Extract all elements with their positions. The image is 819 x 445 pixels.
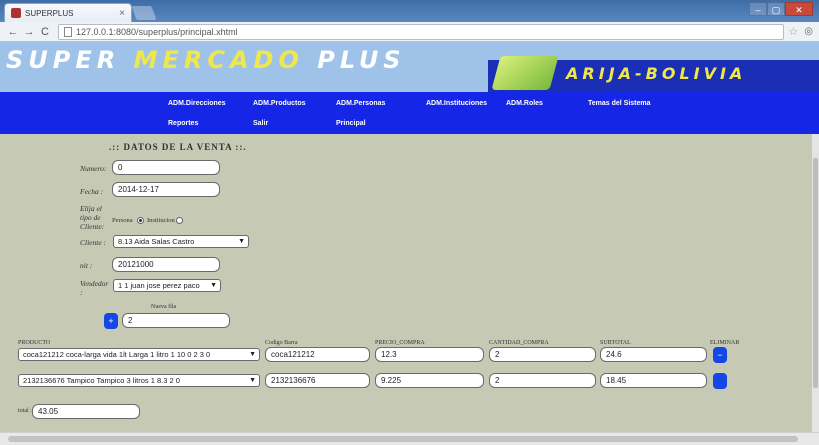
vertical-scrollbar[interactable] [812, 134, 819, 432]
producto-value: coca121212 coca-larga vida 1lt Larga 1 l… [23, 350, 211, 359]
vertical-scroll-thumb[interactable] [813, 158, 818, 388]
window-controls: – ▢ ✕ [749, 2, 813, 16]
cantidad-input-row-1[interactable]: 2 [489, 347, 596, 362]
site-banner: SUPER MERCADO PLUS ARIJA-BOLIVIA [0, 42, 819, 92]
nav-salir[interactable]: Salir [253, 120, 268, 127]
logo-emblem-icon [491, 56, 559, 90]
browser-tab-bar: SUPERPLUS × – ▢ ✕ [0, 0, 819, 22]
subtotal-input-row-1[interactable]: 24.6 [600, 347, 707, 362]
filas-input[interactable]: 2 [122, 313, 230, 328]
logo-word-2: MERCADO [133, 46, 304, 74]
tab-title: SUPERPLUS [25, 8, 74, 18]
url-text: 127.0.0.1:8080/superplus/principal.xhtml [76, 26, 238, 37]
codigo-input-row-2[interactable]: 2132136676 [265, 373, 370, 388]
col-precio-compra: PRECIO_COMPRA [375, 340, 425, 346]
browser-tab[interactable]: SUPERPLUS × [4, 3, 132, 22]
total-label: total : [18, 408, 32, 414]
main-nav: ADM.Direcciones ADM.Productos ADM.Person… [0, 92, 819, 134]
nit-input[interactable]: 20121000 [112, 257, 220, 272]
nav-temas-sistema[interactable]: Temas del Sistema [588, 100, 651, 107]
cantidad-input-row-2[interactable]: 2 [489, 373, 596, 388]
logo-sub-text: ARIJA-BOLIVIA [566, 64, 747, 83]
logo-word-1: SUPER [6, 46, 121, 74]
col-eliminar: ELIMINAR [710, 340, 740, 346]
minimize-button[interactable]: – [749, 2, 767, 16]
horizontal-scrollbar[interactable] [0, 432, 819, 445]
new-tab-button[interactable] [131, 6, 157, 20]
horizontal-scroll-thumb[interactable] [8, 436, 798, 442]
bookmark-star-icon[interactable]: ☆ [788, 25, 798, 38]
col-cantidad-compra: CANTIDAD_COMPRA [489, 340, 549, 346]
chevron-down-icon: ▼ [238, 238, 245, 245]
favicon-icon [11, 8, 21, 18]
maximize-button[interactable]: ▢ [767, 2, 785, 16]
nav-adm-roles[interactable]: ADM.Roles [506, 100, 543, 107]
add-row-button[interactable]: + [104, 313, 118, 329]
precio-input-row-2[interactable]: 9.225 [375, 373, 484, 388]
reload-icon[interactable]: C [38, 26, 52, 38]
site-logo: SUPER MERCADO PLUS [6, 46, 406, 74]
chevron-down-icon: ▼ [249, 377, 256, 384]
browser-toolbar: ← → C 127.0.0.1:8080/superplus/principal… [0, 22, 819, 42]
nit-label: nit : [80, 261, 93, 270]
nav-adm-direcciones[interactable]: ADM.Direcciones [168, 100, 226, 107]
precio-input-row-1[interactable]: 12.3 [375, 347, 484, 362]
nav-adm-instituciones[interactable]: ADM.Instituciones [426, 100, 487, 107]
page-icon [64, 26, 72, 37]
total-input[interactable]: 43.05 [32, 404, 140, 419]
radio-institucion-label: Institucion [147, 217, 175, 224]
tipo-cliente-label: Elija el tipo de Cliente: [80, 204, 105, 231]
subtotal-input-row-2[interactable]: 18.45 [600, 373, 707, 388]
address-bar[interactable]: 127.0.0.1:8080/superplus/principal.xhtml [58, 23, 785, 40]
vendedor-label: Vendedor : [80, 279, 109, 297]
vendedor-value: 1 1 juan jose perez paco [118, 281, 200, 290]
logo-word-3: PLUS [317, 46, 406, 74]
cliente-label: Cliente : [80, 238, 107, 247]
fecha-label: Fecha : [80, 187, 104, 196]
tab-close-icon[interactable]: × [119, 8, 125, 19]
radio-persona-label: Persona [112, 217, 133, 224]
producto-select-row-1[interactable]: coca121212 coca-larga vida 1lt Larga 1 l… [18, 348, 260, 361]
col-codigo-barra: Codigo Barra [265, 340, 298, 346]
vendedor-select[interactable]: 1 1 juan jose perez paco ▼ [113, 279, 221, 292]
browser-menu-icon[interactable]: ◎ [804, 26, 813, 37]
producto-select-row-2[interactable]: 2132136676 Tampico Tampico 3 litros 1 8.… [18, 374, 260, 387]
nav-adm-personas[interactable]: ADM.Personas [336, 100, 385, 107]
radio-institucion[interactable] [176, 217, 183, 224]
nav-adm-productos[interactable]: ADM.Productos [253, 100, 306, 107]
radio-persona[interactable] [137, 217, 144, 224]
col-subtotal: SUBTOTAL [600, 340, 631, 346]
cliente-value: 8.13 Aida Salas Castro [118, 237, 195, 246]
cliente-select[interactable]: 8.13 Aida Salas Castro ▼ [113, 235, 249, 248]
forward-icon[interactable]: → [22, 26, 36, 38]
chevron-down-icon: ▼ [210, 282, 217, 289]
codigo-input-row-1[interactable]: coca121212 [265, 347, 370, 362]
nueva-fila-label: Nueva fila [151, 304, 177, 310]
col-producto: PRODUCTO [18, 340, 51, 346]
producto-value: 2132136676 Tampico Tampico 3 litros 1 8.… [23, 376, 180, 385]
fecha-input[interactable]: 2014-12-17 [112, 182, 220, 197]
nav-principal[interactable]: Principal [336, 120, 366, 127]
back-icon[interactable]: ← [6, 26, 20, 38]
delete-row-button[interactable] [713, 373, 727, 389]
numero-input[interactable]: 0 [112, 160, 220, 175]
delete-row-button[interactable]: − [713, 347, 727, 363]
close-window-button[interactable]: ✕ [785, 2, 813, 16]
section-title: .:: DATOS DE LA VENTA ::. [109, 142, 247, 152]
numero-label: Numero: [80, 164, 107, 173]
nav-reportes[interactable]: Reportes [168, 120, 198, 127]
chevron-down-icon: ▼ [249, 351, 256, 358]
